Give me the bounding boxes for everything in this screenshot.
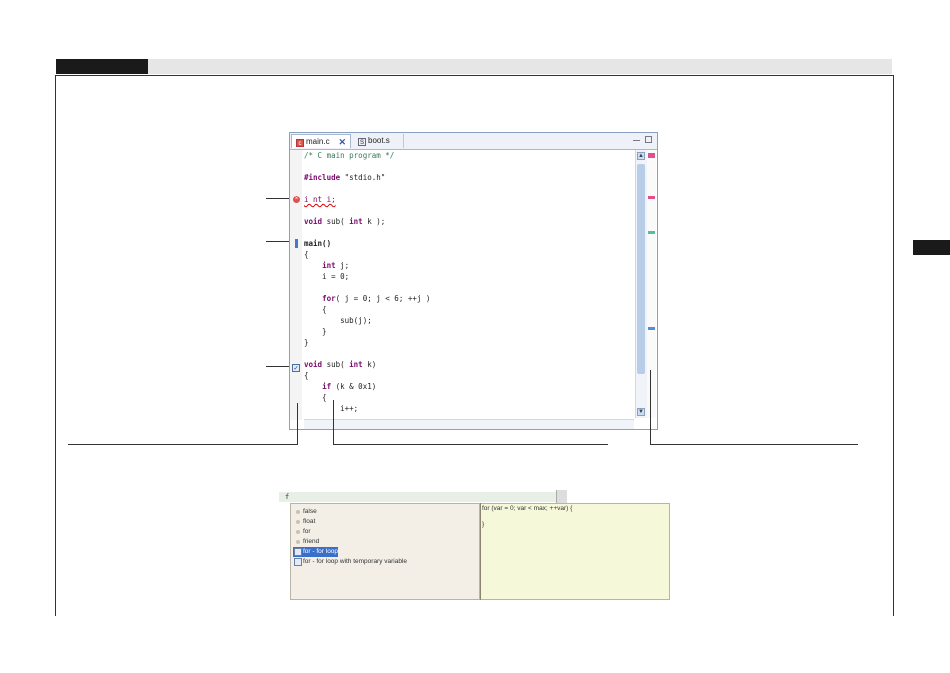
code-line: }	[304, 338, 309, 347]
callout-line	[333, 444, 608, 445]
list-item[interactable]: float	[293, 517, 315, 527]
bookmark-icon[interactable]	[295, 239, 298, 248]
code-line: int j;	[322, 261, 350, 270]
edit-line-separator	[556, 490, 567, 503]
list-item[interactable]: for - for loop with temporary variable	[293, 557, 407, 567]
task-icon[interactable]: ✓	[292, 364, 300, 372]
callout-line	[650, 370, 651, 444]
code-editor-window: c main.c ✕ Sboot.s × ✓ /* C main program …	[289, 132, 658, 430]
c-file-icon: c	[296, 139, 304, 147]
callout-line	[333, 400, 334, 444]
autocomplete-edit-line[interactable]: f	[279, 492, 566, 502]
template-icon	[294, 558, 302, 566]
preview-line: }	[482, 521, 485, 528]
scroll-thumb[interactable]	[637, 164, 645, 374]
editor-gutter: × ✓	[290, 150, 302, 420]
page-header-bar	[56, 59, 892, 74]
overview-error-marker[interactable]	[648, 153, 655, 158]
list-item[interactable]: false	[293, 507, 317, 517]
callout-line	[297, 403, 298, 444]
tab-main-c[interactable]: c main.c ✕	[291, 134, 351, 148]
overview-ruler[interactable]	[647, 150, 656, 418]
side-thumb-tab	[913, 240, 950, 255]
callout-line	[650, 444, 858, 445]
code-line: void sub( int k)	[304, 360, 377, 369]
code-line: if (k & 0x1)	[322, 382, 377, 391]
include-file: "stdio.h"	[344, 173, 386, 182]
preview-line: for (var = 0; var < max; ++var) {	[482, 505, 573, 512]
horizontal-scrollbar[interactable]	[304, 419, 634, 429]
scroll-up-icon[interactable]: ▲	[637, 152, 645, 160]
keyword-icon	[296, 530, 300, 534]
autocomplete-divider	[480, 503, 481, 600]
code-line: for( j = 0; j < 6; ++j )	[322, 294, 431, 303]
code-line: #include "stdio.h"	[304, 173, 386, 182]
list-item[interactable]: for	[293, 527, 311, 537]
keyword-icon	[296, 510, 300, 514]
code-area[interactable]: /* C main program */ #include "stdio.h" …	[304, 150, 634, 420]
template-icon	[294, 548, 302, 556]
code-line-error: i nt i;	[304, 195, 336, 204]
callout-line	[266, 241, 289, 242]
vertical-scrollbar[interactable]: ▲ ▼	[635, 150, 647, 418]
code-line: void sub( int k );	[304, 217, 386, 226]
code-line: /* C main program */	[304, 151, 395, 160]
code-line: sub(j);	[304, 316, 372, 325]
code-line: i++;	[304, 404, 359, 413]
close-icon[interactable]: ✕	[338, 135, 346, 149]
code-line: }	[304, 327, 327, 336]
autocomplete-list[interactable]: false float for friend for - for loop fo…	[290, 503, 480, 600]
tab-boot-s[interactable]: Sboot.s	[354, 134, 404, 148]
keyword-icon	[296, 540, 300, 544]
callout-line	[266, 366, 289, 367]
tab-label: main.c	[306, 137, 330, 146]
code-line: {	[304, 393, 327, 402]
template-preview: for (var = 0; var < max; ++var) { }	[480, 503, 670, 600]
keyword-icon	[296, 520, 300, 524]
tab-label: boot.s	[368, 136, 390, 145]
callout-line	[266, 198, 289, 199]
error-icon[interactable]: ×	[293, 196, 300, 203]
code-line: main()	[304, 239, 332, 248]
code-line: {	[304, 250, 309, 259]
callout-line	[68, 444, 298, 445]
page-header-marker	[56, 59, 148, 74]
minimize-button[interactable]	[633, 136, 640, 141]
overview-task-marker[interactable]	[648, 231, 655, 234]
code-line: {	[304, 305, 327, 314]
overview-error-marker[interactable]	[648, 196, 655, 199]
maximize-button[interactable]	[645, 136, 652, 143]
list-item-selected[interactable]: for - for loop	[293, 547, 339, 557]
s-file-icon: S	[358, 138, 366, 146]
code-line: {	[304, 371, 309, 380]
list-item[interactable]: friend	[293, 537, 319, 547]
editor-tab-bar: c main.c ✕ Sboot.s	[290, 133, 657, 150]
scroll-down-icon[interactable]: ▼	[637, 408, 645, 416]
overview-bookmark-marker[interactable]	[648, 327, 655, 330]
code-line: i = 0;	[304, 272, 350, 281]
